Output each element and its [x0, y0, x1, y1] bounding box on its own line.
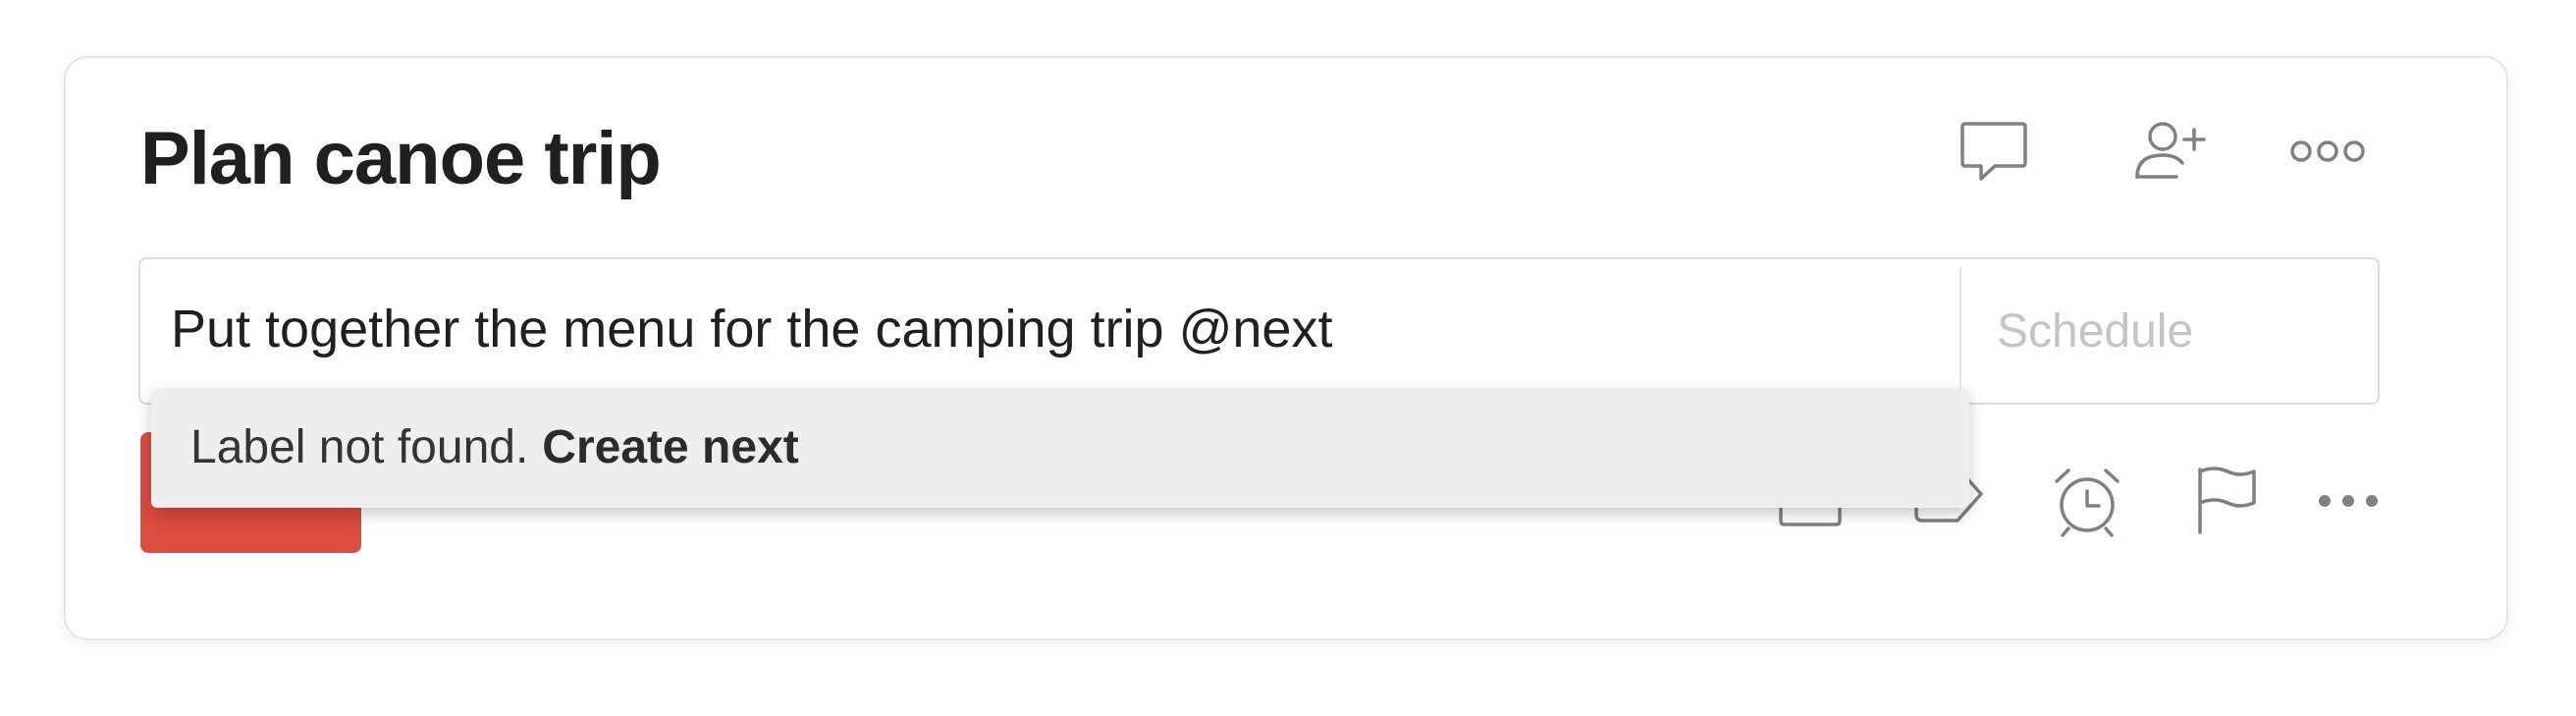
more-actions-icon[interactable]	[2317, 490, 2380, 512]
schedule-field[interactable]: Schedule	[1997, 300, 2193, 364]
label-not-found-message: Label not found.	[190, 421, 529, 473]
more-options-icon[interactable]	[2289, 138, 2366, 165]
task-title[interactable]: Plan canoe trip	[140, 110, 662, 208]
task-content-text[interactable]: Put together the menu for the camping tr…	[171, 295, 1332, 363]
comment-icon[interactable]	[1959, 120, 2028, 183]
autocomplete-suggestion[interactable]: Label not found. Create next	[190, 416, 799, 479]
label-autocomplete-dropdown[interactable]: Label not found. Create next	[151, 389, 1969, 508]
add-person-icon[interactable]	[2133, 120, 2208, 183]
create-label-option[interactable]: Create next	[542, 421, 798, 473]
priority-flag-icon[interactable]	[2195, 466, 2260, 534]
input-divider	[1959, 267, 1961, 403]
reminder-alarm-icon[interactable]	[2051, 466, 2123, 538]
